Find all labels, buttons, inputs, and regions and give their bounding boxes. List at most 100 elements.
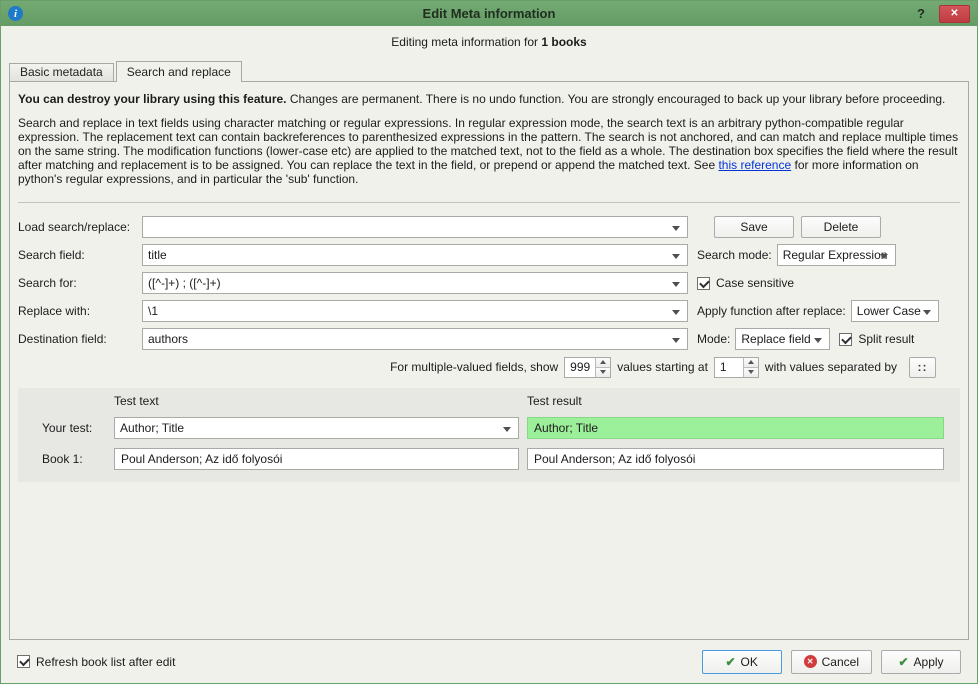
apply-button-label: Apply [913, 654, 944, 669]
apply-button[interactable]: Apply [881, 649, 961, 674]
spin-down-button[interactable] [743, 366, 758, 377]
cancel-button-label: Cancel [821, 654, 859, 669]
ok-button-label: OK [740, 654, 758, 669]
up-arrow-icon [600, 360, 607, 364]
spin-up-button[interactable] [743, 357, 758, 367]
search-for-row: Search for: ([^-]+) ; ([^-]+) Case sensi… [18, 272, 960, 294]
search-field-value: title [148, 248, 167, 262]
your-test-value: Author; Title [120, 421, 185, 435]
refresh-book-list-checkbox[interactable] [17, 655, 30, 668]
search-mode-combo[interactable]: Regular Expression [776, 244, 896, 266]
dropdown-arrow-icon[interactable] [672, 310, 680, 315]
destroy-warning-rest: Changes are permanent. There is no undo … [286, 92, 946, 106]
values-shown-spinner[interactable]: 999 [564, 356, 612, 378]
destination-row: Destination field: authors Mode: Replace… [18, 328, 960, 350]
reference-link[interactable]: this reference [718, 158, 791, 172]
search-for-label: Search for: [18, 276, 77, 290]
spin-down-button[interactable] [596, 366, 611, 377]
your-test-combo[interactable]: Author; Title [114, 417, 519, 439]
search-for-combo[interactable]: ([^-]+) ; ([^-]+) [142, 272, 688, 294]
split-result-checkbox[interactable] [839, 332, 853, 346]
mode-value: Replace field [741, 332, 811, 346]
split-result-label: Split result [858, 332, 915, 346]
ok-button[interactable]: OK [701, 649, 782, 674]
dropdown-arrow-icon[interactable] [503, 427, 511, 432]
dropdown-arrow-icon[interactable] [672, 254, 680, 259]
help-button[interactable]: ? [917, 6, 925, 21]
book1-test-result: Poul Anderson; Az idő folyosói [527, 448, 944, 470]
mode-combo[interactable]: Replace field [735, 328, 831, 350]
load-search-replace-combo[interactable] [142, 216, 688, 238]
test-result-header: Test result [527, 394, 582, 408]
dropdown-arrow-icon[interactable] [879, 254, 888, 259]
dropdown-arrow-icon[interactable] [922, 310, 931, 315]
values-shown-value: 999 [570, 360, 591, 374]
apply-function-combo[interactable]: Lower Case [850, 300, 939, 322]
case-sensitive-checkbox[interactable] [697, 276, 710, 290]
editing-summary: Editing meta information for 1 books [1, 26, 977, 58]
replace-with-combo[interactable]: \1 [142, 300, 688, 322]
spin-up-button[interactable] [596, 357, 611, 367]
book-count: 1 books [541, 35, 587, 49]
test-panel: Test text Test result Your test: Author;… [18, 388, 960, 482]
dropdown-arrow-icon[interactable] [814, 338, 823, 343]
destination-field-label: Destination field: [18, 332, 107, 346]
window-title: Edit Meta information [422, 6, 556, 21]
separator-button[interactable]: :: [909, 356, 936, 378]
search-mode-label: Search mode: [697, 248, 772, 262]
load-label: Load search/replace: [18, 220, 131, 234]
multi-start-label: values starting at [617, 360, 708, 374]
case-sensitive-label: Case sensitive [716, 276, 795, 290]
start-value: 1 [719, 360, 727, 374]
multi-value-row: For multiple-valued fields, show 999 val… [18, 356, 960, 378]
multi-separator-label: with values separated by [764, 360, 897, 374]
your-test-label: Your test: [42, 421, 93, 435]
book1-test-input[interactable]: Poul Anderson; Az idő folyosói [114, 448, 519, 470]
ok-check-icon [725, 656, 735, 668]
dropdown-arrow-icon[interactable] [672, 338, 680, 343]
start-value-spinner[interactable]: 1 [713, 356, 759, 378]
refresh-book-list-label: Refresh book list after edit [36, 654, 176, 669]
search-mode-value: Regular Expression [782, 248, 888, 262]
replace-with-value: \1 [148, 304, 159, 318]
search-field-row: Search field: title Search mode: Regular… [18, 244, 960, 266]
apply-check-icon [898, 656, 908, 668]
dialog-footer: Refresh book list after edit OK Cancel A… [1, 640, 977, 683]
cancel-x-icon [803, 655, 817, 668]
tab-basic-metadata[interactable]: Basic metadata [9, 63, 114, 81]
dropdown-arrow-icon[interactable] [672, 226, 680, 231]
search-field-label: Search field: [18, 248, 85, 262]
destroy-warning: You can destroy your library using this … [18, 92, 960, 106]
apply-function-value: Lower Case [856, 304, 921, 318]
down-arrow-icon [747, 370, 754, 374]
cancel-button[interactable]: Cancel [790, 649, 872, 674]
save-button[interactable]: Save [714, 216, 794, 238]
delete-button[interactable]: Delete [801, 216, 881, 238]
search-replace-pane: You can destroy your library using this … [9, 81, 969, 640]
close-button[interactable]: ✕ [939, 4, 970, 23]
info-icon [8, 6, 23, 21]
test-text-header: Test text [114, 394, 159, 408]
separator-line [18, 202, 960, 203]
up-arrow-icon [747, 360, 754, 364]
destroy-warning-bold: You can destroy your library using this … [18, 92, 287, 106]
editing-summary-prefix: Editing meta information for [391, 35, 542, 49]
feature-description: Search and replace in text fields using … [18, 116, 960, 186]
apply-function-label: Apply function after replace: [697, 304, 846, 318]
book1-label: Book 1: [42, 452, 83, 466]
mode-label: Mode: [697, 332, 731, 346]
tab-search-and-replace[interactable]: Search and replace [115, 61, 242, 82]
load-row: Load search/replace: Save Delete [18, 216, 960, 238]
down-arrow-icon [600, 370, 607, 374]
search-field-combo[interactable]: title [142, 244, 688, 266]
dropdown-arrow-icon[interactable] [672, 282, 680, 287]
destination-field-combo[interactable]: authors [142, 328, 688, 350]
destination-field-value: authors [148, 332, 189, 346]
replace-with-row: Replace with: \1 Apply function after re… [18, 300, 960, 322]
edit-meta-dialog: Edit Meta information ? ✕ Editing meta i… [0, 0, 978, 684]
your-test-result: Author; Title [527, 417, 944, 439]
titlebar[interactable]: Edit Meta information ? ✕ [1, 1, 977, 26]
tab-bar: Basic metadata Search and replace [9, 60, 969, 82]
search-for-value: ([^-]+) ; ([^-]+) [148, 276, 221, 290]
replace-with-label: Replace with: [18, 304, 91, 318]
